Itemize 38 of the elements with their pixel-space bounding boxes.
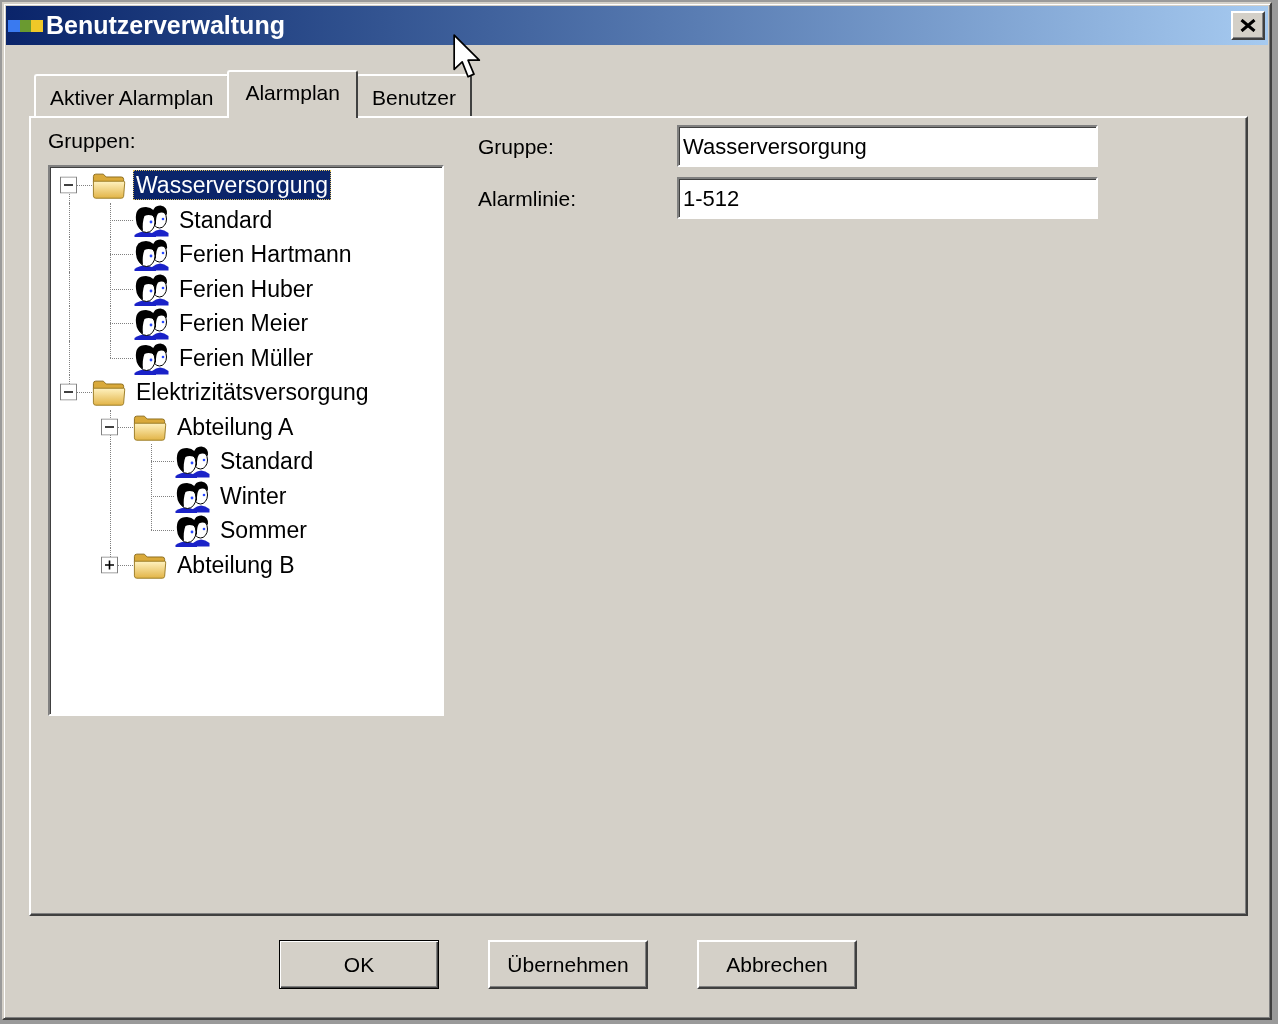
text-field[interactable]: Wasserversorgung [677,125,1098,167]
dialog-button[interactable]: Übernehmen [488,940,648,989]
minus-box-icon[interactable] [60,383,77,401]
tree-item-label[interactable]: Standard [176,204,276,235]
people-icon [133,306,169,341]
tree-label: Gruppen: [48,129,137,153]
tree-item-label[interactable]: Abteilung B [174,549,298,580]
app-icon [8,19,43,32]
window-title: Benutzerverwaltung [46,13,285,38]
tab[interactable]: Benutzer [355,74,472,116]
tree-item-label[interactable]: Sommer [217,515,310,546]
tab[interactable]: Alarmplan [227,70,358,118]
people-icon [174,444,210,479]
close-button[interactable] [1231,11,1265,40]
tree-item-label[interactable]: Elektrizitätsversorgung [133,377,372,408]
minus-box-icon[interactable] [101,418,118,436]
text-field[interactable]: 1-512 [677,177,1098,219]
dialog-button[interactable]: OK [279,940,439,989]
tree-item-label[interactable]: Ferien Müller [176,342,317,373]
field-label: Alarmlinie: [478,187,578,209]
tree-item-label[interactable]: Ferien Meier [176,308,312,339]
tree-item-label[interactable]: Wasserversorgung [133,170,332,201]
tree-item-label[interactable]: Winter [217,480,290,511]
minus-box-icon[interactable] [60,176,77,194]
tab[interactable]: Aktiver Alarmplan [34,74,230,116]
tree-item-label[interactable]: Ferien Hartmann [176,239,355,270]
mouse-pointer-icon [453,34,481,80]
tree-item-label[interactable]: Abteilung A [174,411,297,442]
tree-item-label[interactable]: Ferien Huber [176,273,317,304]
close-icon [1240,19,1256,32]
folder-icon [92,170,126,201]
folder-icon [92,377,126,408]
dialog-button[interactable]: Abbrechen [697,940,857,989]
field-label: Gruppe: [478,135,555,157]
tree-item-label[interactable]: Standard [217,446,317,477]
people-icon [174,513,210,548]
people-icon [133,237,169,272]
plus-box-icon[interactable] [101,556,118,574]
